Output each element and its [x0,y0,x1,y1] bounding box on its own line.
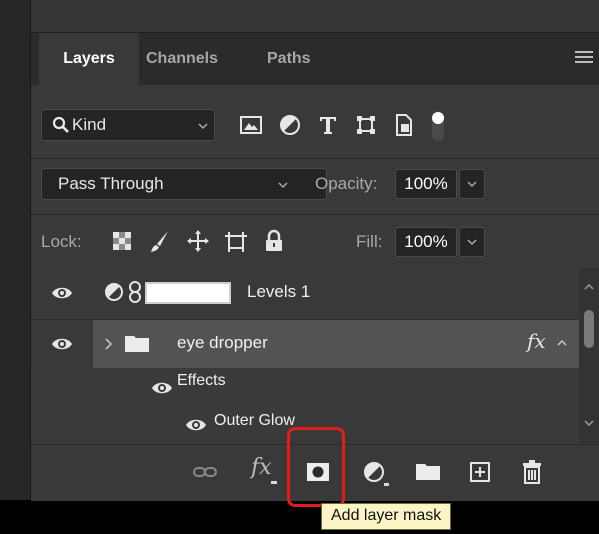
scroll-down-icon[interactable] [582,416,596,430]
layer-fx-badge[interactable]: fx [527,329,546,353]
layers-list: Levels 1 eye dropper fx Effects Outer Gl… [31,268,599,443]
photoshop-frame: Layers Channels Paths Kind Pass Through … [0,0,599,501]
scroll-up-icon[interactable] [582,280,596,294]
visibility-eye-icon[interactable] [185,417,207,433]
add-layer-style-icon[interactable]: fx [251,455,272,480]
panel-tabs: Layers Channels Paths [31,33,599,85]
blend-mode-label: Pass Through [58,174,164,193]
folder-icon [125,336,149,352]
layer-name[interactable]: eye dropper [177,333,268,353]
layer-row-levels[interactable]: Levels 1 [31,268,579,320]
new-group-icon[interactable] [413,457,443,487]
layer-effects-row[interactable]: Effects [31,368,579,406]
left-dock [0,0,31,500]
visibility-cell [31,320,93,368]
effect-name: Outer Glow [214,412,295,429]
visibility-eye-icon[interactable] [151,380,173,396]
fill-dropdown-button[interactable] [459,227,485,257]
chevron-down-icon [467,239,477,246]
delete-layer-icon[interactable] [517,457,547,487]
image-filter-icon[interactable] [238,112,264,138]
lock-all-icon[interactable] [261,228,287,254]
panel-dock-header [31,0,599,33]
filter-kind-select[interactable]: Kind [41,109,215,141]
lock-artboard-icon[interactable] [223,228,249,254]
opacity-input[interactable]: 100% [395,169,457,199]
layer-row-eye-dropper[interactable]: eye dropper fx [31,320,579,368]
lock-transparent-pixels-icon[interactable] [109,228,135,254]
filter-toggle-icon[interactable] [428,109,448,143]
fill-label: Fill: [356,232,383,251]
shape-filter-icon[interactable] [353,112,379,138]
adjustment-layer-icon [105,283,123,301]
blend-mode-select[interactable]: Pass Through [41,168,327,200]
chevron-down-icon [278,182,288,189]
lock-position-icon[interactable] [185,228,211,254]
mask-link-icon[interactable] [128,280,142,304]
effects-label: Effects [177,372,226,389]
type-filter-icon[interactable] [315,112,341,138]
smart-object-filter-icon[interactable] [391,112,417,138]
layers-scrollbar[interactable] [579,268,599,443]
visibility-eye-icon[interactable] [51,285,73,301]
scroll-thumb[interactable] [584,310,594,348]
panel-menu-icon[interactable] [575,51,593,65]
visibility-eye-icon[interactable] [51,336,73,352]
annotation-highlight-box [287,427,345,507]
fill-input[interactable]: 100% [395,227,457,257]
adjustment-filter-icon[interactable] [277,112,303,138]
tab-layers[interactable]: Layers [39,33,139,85]
link-layers-icon[interactable] [190,457,220,487]
submenu-indicator-icon [271,481,277,484]
layer-name[interactable]: Levels 1 [247,282,310,302]
tab-paths[interactable]: Paths [267,33,311,85]
chevron-down-icon [467,181,477,188]
divider [31,158,599,159]
new-layer-icon[interactable] [465,457,495,487]
chevron-up-icon[interactable] [555,336,569,350]
tooltip: Add layer mask [321,503,452,530]
divider [31,214,599,215]
lock-image-pixels-icon[interactable] [147,228,173,254]
tab-channels[interactable]: Channels [146,33,218,85]
chevron-down-icon [198,123,208,130]
filter-kind-label: Kind [72,115,107,134]
opacity-dropdown-button[interactable] [459,169,485,199]
new-adjustment-layer-icon[interactable] [360,457,390,487]
lock-label: Lock: [41,232,82,251]
opacity-label: Opacity: [315,174,378,193]
chevron-right-icon[interactable] [104,337,114,351]
layer-mask-thumbnail[interactable] [145,282,231,304]
search-icon [52,116,69,133]
